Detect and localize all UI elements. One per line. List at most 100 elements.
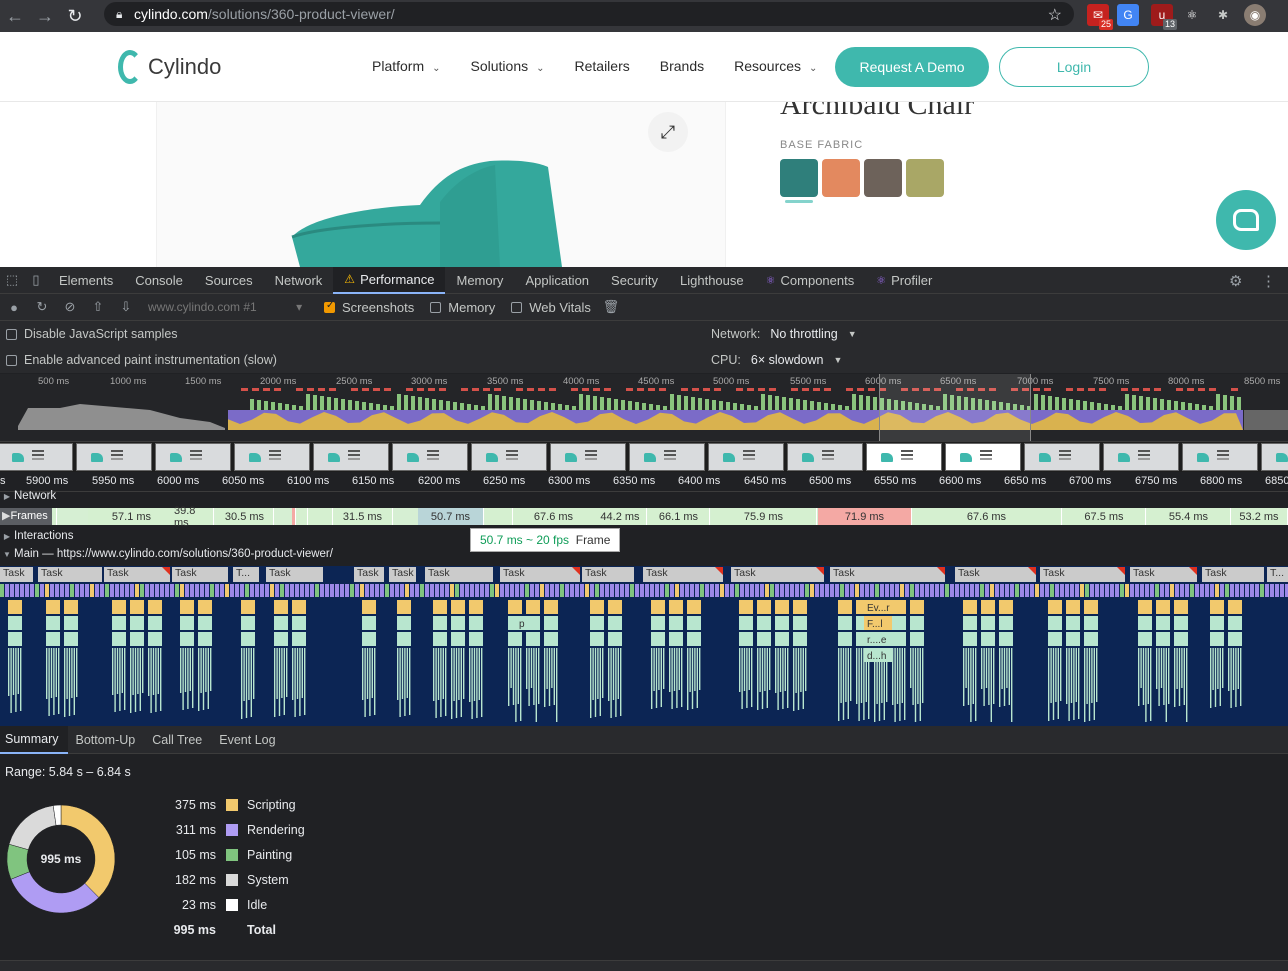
extensions-puzzle-icon[interactable]: ✱ [1212,4,1234,26]
screenshot-thumbnail[interactable] [629,443,705,471]
web-vitals-checkbox[interactable]: Web Vitals [511,300,591,315]
tab-sources[interactable]: Sources [194,267,264,294]
screenshot-thumbnail[interactable] [708,443,784,471]
chat-icon[interactable] [1216,190,1276,250]
reload-profile-icon[interactable]: ↻ [28,299,56,315]
overview-selection-window[interactable] [879,374,1031,441]
bookmark-star-icon[interactable]: ☆ [1048,5,1062,25]
forward-icon[interactable]: → [30,2,60,30]
frame-block[interactable] [485,508,513,525]
network-throttle-select[interactable]: Network: No throttling ▼ [711,327,857,341]
screenshot-thumbnail[interactable] [1182,443,1258,471]
screenshot-thumbnail[interactable] [155,443,231,471]
login-button[interactable]: Login [999,47,1149,87]
screenshot-thumbnail[interactable] [866,443,942,471]
frames-track[interactable]: ▶Frames 3.8 ms57.1 ms39.8 ms30.5 ms31.5 … [0,505,1288,529]
screenshot-thumbnail[interactable] [76,443,152,471]
settings-gear-icon[interactable]: ⚙ [1229,267,1242,294]
inspect-element-icon[interactable]: ⬚ [0,267,24,294]
record-icon[interactable]: ● [0,300,28,315]
frame-block[interactable]: 30.5 ms [216,508,274,525]
react-devtools-extension-icon[interactable]: ⚛ [1181,4,1203,26]
frame-block[interactable]: 50.7 ms [418,508,484,525]
frame-block[interactable]: 57.1 ms [88,508,176,525]
profile-avatar[interactable]: ◉ [1244,4,1266,26]
request-demo-button[interactable]: Request A Demo [835,47,989,87]
cylindo-logo[interactable]: Cylindo [118,50,221,84]
more-options-icon[interactable]: ⋮ [1261,267,1276,294]
back-icon[interactable]: ← [0,2,30,30]
load-profile-icon[interactable]: ⇧ [84,299,112,315]
cpu-throttle-select[interactable]: CPU: 6× slowdown ▼ [711,353,842,367]
frame-block[interactable]: 44.2 ms [594,508,647,525]
tab-summary[interactable]: Summary [0,726,69,754]
frame-block[interactable]: 55.4 ms [1147,508,1231,525]
main-thread-flame-chart[interactable]: Task Task Task Task T... Task Task Task Task Task… [0,566,1288,726]
screenshot-thumbnail[interactable] [234,443,310,471]
main-thread-track-header[interactable]: ▼ Main — https://www.cylindo.com/solution… [0,548,1288,565]
tab-network[interactable]: Network [264,267,334,294]
tab-components[interactable]: ⚛ Components [755,267,866,294]
screenshot-thumbnail[interactable] [0,443,73,471]
screenshots-checkbox[interactable]: Screenshots [324,300,414,315]
paint-instrumentation-checkbox[interactable]: Enable advanced paint instrumentation (s… [6,353,277,367]
device-toolbar-icon[interactable]: ▯ [24,267,48,294]
translate-extension-icon[interactable]: G [1117,4,1139,26]
screenshot-thumbnail[interactable] [1261,443,1288,471]
tab-lighthouse[interactable]: Lighthouse [669,267,755,294]
memory-checkbox[interactable]: Memory [430,300,495,315]
frame-block[interactable]: 66.1 ms [648,508,710,525]
tab-security[interactable]: Security [600,267,669,294]
legend-total-label: Total [247,922,276,937]
nav-platform[interactable]: Platform ⌄ [372,58,441,74]
screenshot-thumbnail[interactable] [313,443,389,471]
screenshot-thumbnail[interactable] [787,443,863,471]
nav-retailers[interactable]: Retailers [575,58,630,74]
disable-js-samples-checkbox[interactable]: Disable JavaScript samples [6,327,178,341]
timeline-overview[interactable]: 500 ms 1000 ms 1500 ms 2000 ms 2500 ms 3000 m… [0,374,1288,442]
frame-block[interactable] [308,508,333,525]
gmail-extension-icon[interactable]: ✉ 25 [1087,4,1113,30]
frame-block[interactable]: 75.9 ms [711,508,817,525]
tab-event-log[interactable]: Event Log [214,726,285,754]
frame-block[interactable]: 67.6 ms [912,508,1062,525]
tab-console[interactable]: Console [124,267,194,294]
fabric-swatch[interactable] [864,159,902,197]
tab-application[interactable]: Application [514,267,600,294]
fabric-swatch[interactable] [906,159,944,197]
ublock-extension-icon[interactable]: u 13 [1151,4,1177,30]
screenshot-thumbnail[interactable] [392,443,468,471]
screenshots-filmstrip[interactable] [0,442,1288,472]
fabric-swatch[interactable] [822,159,860,197]
frame-block[interactable]: 67.6 ms [513,508,595,525]
screenshot-thumbnail[interactable] [471,443,547,471]
interactions-track[interactable]: ▶ Interactions [0,530,1288,547]
expand-icon[interactable]: ⤢ [648,112,688,152]
nav-resources[interactable]: Resources ⌄ [734,58,817,74]
screenshot-thumbnail[interactable] [550,443,626,471]
frame-block[interactable]: 67.5 ms [1063,508,1146,525]
tab-elements[interactable]: Elements [48,267,124,294]
address-bar[interactable]: 🔒︎ cylindo.com/solutions/360-product-vie… [104,2,1074,26]
tab-memory[interactable]: Memory [445,267,514,294]
screenshot-thumbnail[interactable] [945,443,1021,471]
screenshot-thumbnail[interactable] [1024,443,1100,471]
frame-block[interactable]: 53.2 ms [1231,508,1288,525]
tab-call-tree[interactable]: Call Tree [147,726,212,754]
nav-brands[interactable]: Brands [660,58,704,74]
nav-solutions[interactable]: Solutions ⌄ [471,58,545,74]
tab-bottom-up[interactable]: Bottom-Up [70,726,145,754]
trash-icon[interactable]: 🗑︎ [597,299,625,315]
frame-block[interactable]: 39.8 ms [174,505,214,529]
profile-select[interactable]: www.cylindo.com #1 ▾ [148,300,308,314]
tab-profiler[interactable]: ⚛ Profiler [865,267,943,294]
reload-icon[interactable]: ↻ [60,2,90,30]
tab-performance[interactable]: ⚠ Performance [333,266,446,294]
fabric-swatch[interactable] [780,159,818,197]
frame-block[interactable]: 31.5 ms [333,508,393,525]
save-profile-icon[interactable]: ⇩ [112,299,140,315]
clear-icon[interactable]: ⊘ [56,299,84,315]
frame-block[interactable]: 71.9 ms [818,508,912,525]
screenshot-thumbnail[interactable] [1103,443,1179,471]
frame-block[interactable] [296,508,308,525]
